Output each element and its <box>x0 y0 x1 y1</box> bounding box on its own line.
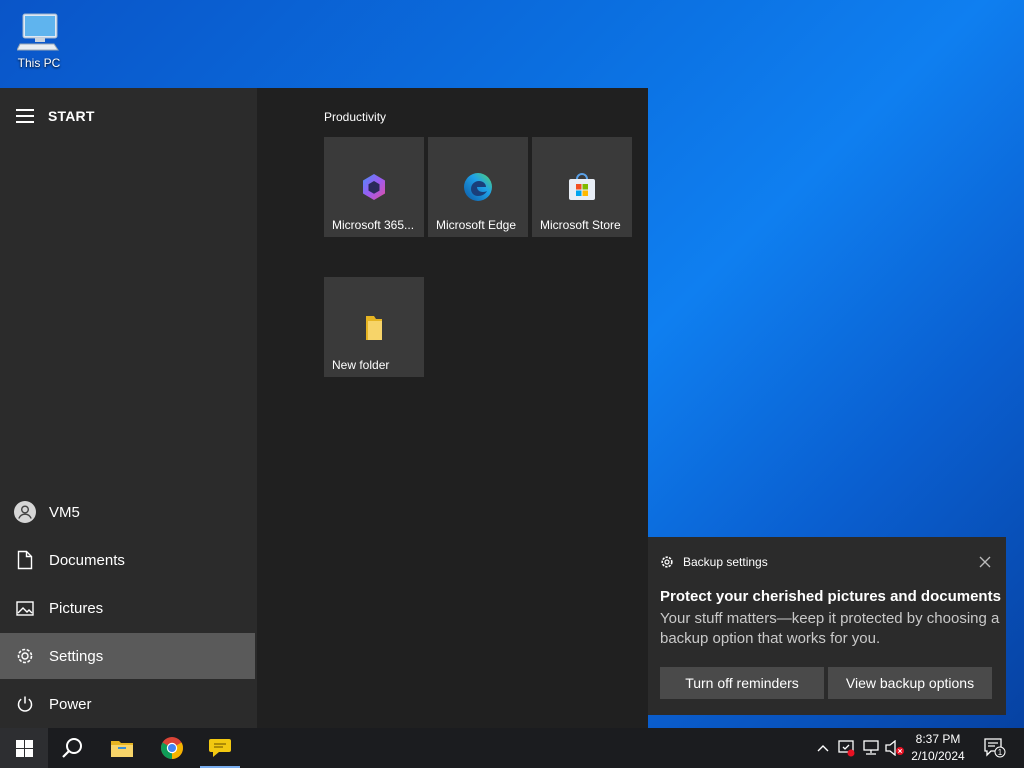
pictures-icon <box>14 597 36 619</box>
tile-microsoft-365[interactable]: Microsoft 365... <box>324 137 424 237</box>
rail-item-pictures[interactable]: Pictures <box>0 585 257 631</box>
hamburger-menu-icon[interactable] <box>16 109 34 123</box>
clock-date: 2/10/2024 <box>911 749 965 763</box>
tile-microsoft-edge[interactable]: Microsoft Edge <box>428 137 528 237</box>
store-icon <box>569 173 595 200</box>
gear-icon <box>14 645 36 667</box>
toast-header: Backup settings <box>660 555 768 569</box>
taskbar-feedback[interactable] <box>196 728 244 768</box>
gear-icon <box>661 556 673 568</box>
start-menu-header: START <box>0 88 257 144</box>
show-hidden-icons-button[interactable] <box>813 728 833 768</box>
search-button[interactable] <box>48 728 96 768</box>
rail-item-settings[interactable]: Settings <box>0 633 255 679</box>
start-icon <box>15 739 33 757</box>
tile-new-folder[interactable]: New folder <box>324 277 424 377</box>
turn-off-reminders-button[interactable]: Turn off reminders <box>660 667 824 699</box>
rail-item-label: Pictures <box>49 599 104 617</box>
security-tray-button[interactable] <box>835 728 857 768</box>
chevron-up-icon <box>817 745 829 752</box>
notification-count: 1 <box>998 748 1003 757</box>
network-tray-button[interactable] <box>859 728 883 768</box>
power-icon <box>14 693 36 715</box>
tile-label: Microsoft Edge <box>436 218 517 232</box>
feedback-icon <box>209 739 231 757</box>
action-center-button[interactable]: 1 <box>980 728 1010 768</box>
desktop-icon-label: This PC <box>17 56 61 70</box>
clock-time: 8:37 PM <box>915 732 961 746</box>
view-backup-options-button[interactable]: View backup options <box>828 667 992 699</box>
taskbar-file-explorer[interactable] <box>98 728 146 768</box>
microsoft-365-icon <box>363 174 385 200</box>
file-explorer-icon <box>111 741 133 757</box>
document-icon <box>14 549 36 571</box>
toast-source: Backup settings <box>683 555 768 569</box>
tile-label: Microsoft 365... <box>332 218 415 232</box>
toast-body: Your stuff matters—keep it protected by … <box>660 610 1000 647</box>
search-icon <box>62 738 82 758</box>
rail-item-power[interactable]: Power <box>0 681 257 727</box>
notification-icon: 1 <box>984 738 1006 758</box>
tile-microsoft-store[interactable]: Microsoft Store <box>532 137 632 237</box>
network-icon <box>863 740 879 755</box>
toast-title: Protect your cherished pictures and docu… <box>660 588 1001 605</box>
chrome-icon <box>161 737 183 759</box>
rail-item-label: Settings <box>49 647 104 665</box>
user-avatar-icon <box>14 501 36 523</box>
backup-toast[interactable]: Backup settings Protect your cherished p… <box>648 537 1006 715</box>
desktop-icon-this-pc[interactable]: This PC <box>8 8 70 76</box>
rail-item-user[interactable]: VM5 <box>0 489 257 535</box>
tile-group-title[interactable]: Productivity <box>324 110 386 124</box>
rail-item-label: Power <box>49 695 92 713</box>
start-menu-tiles: Productivity Microsoft 365... Microsoft … <box>257 88 648 728</box>
taskbar-clock[interactable]: 8:37 PM 2/10/2024 <box>902 731 974 765</box>
tile-label: Microsoft Store <box>540 218 621 232</box>
rail-item-documents[interactable]: Documents <box>0 537 257 583</box>
folder-icon <box>366 316 382 340</box>
computer-icon <box>17 13 59 51</box>
tile-label: New folder <box>332 358 390 372</box>
start-button[interactable] <box>0 728 48 768</box>
security-alert-icon <box>838 740 855 757</box>
rail-item-label: Documents <box>49 551 125 569</box>
taskbar: 8:37 PM 2/10/2024 1 <box>0 728 1024 768</box>
close-icon[interactable] <box>978 555 992 569</box>
taskbar-chrome[interactable] <box>148 728 196 768</box>
start-menu-title: START <box>48 108 95 124</box>
edge-icon <box>464 173 492 201</box>
start-menu-rail: START VM5 Documents Pictures Settings Po… <box>0 88 257 728</box>
rail-item-label: VM5 <box>49 503 80 521</box>
